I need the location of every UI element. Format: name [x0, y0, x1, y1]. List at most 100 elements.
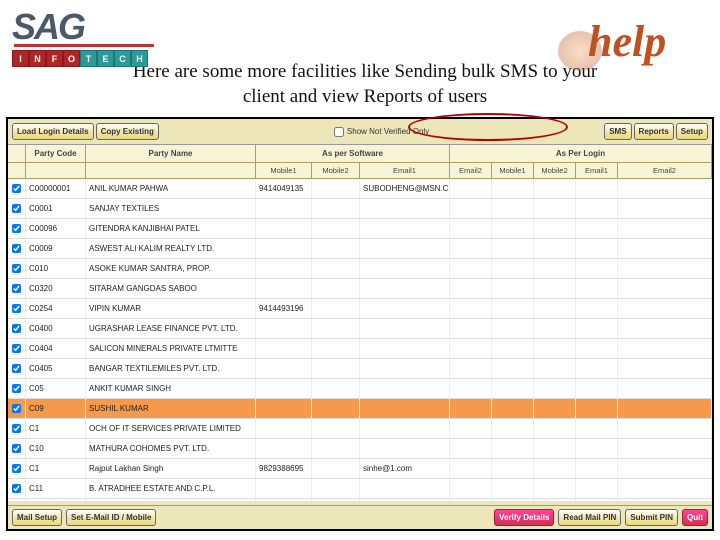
cell-login-email1: [576, 319, 618, 338]
row-checkbox[interactable]: [12, 284, 21, 293]
cell-mobile2: [312, 439, 360, 458]
row-checkbox[interactable]: [12, 404, 21, 413]
cell-login-mobile2: [534, 399, 576, 418]
table-row[interactable]: C00000001ANIL KUMAR PAHWA9414049135SUBOD…: [8, 179, 712, 199]
row-checkbox-cell[interactable]: [8, 319, 26, 338]
cell-email2: [450, 339, 492, 358]
cell-mobile1: [256, 319, 312, 338]
set-email-mobile-button[interactable]: Set E-Mail ID / Mobile: [66, 509, 156, 526]
cell-party-code: C0404: [26, 339, 86, 358]
cell-email1: [360, 379, 450, 398]
row-checkbox-cell[interactable]: [8, 299, 26, 318]
cell-mobile1: [256, 379, 312, 398]
cell-mobile1: 9414049135: [256, 179, 312, 198]
cell-email1: [360, 219, 450, 238]
table-row[interactable]: C10MATHURA COHOMES PVT. LTD.: [8, 439, 712, 459]
table-row[interactable]: C0405BANGAR TEXTILEMILES PVT. LTD.: [8, 359, 712, 379]
table-row[interactable]: C1OCH OF IT SERVICES PRIVATE LIMITED: [8, 419, 712, 439]
cell-email1: [360, 399, 450, 418]
row-checkbox-cell[interactable]: [8, 459, 26, 478]
row-checkbox[interactable]: [12, 244, 21, 253]
cell-login-email1: [576, 239, 618, 258]
table-row[interactable]: C05ANKIT KUMAR SINGH: [8, 379, 712, 399]
table-row[interactable]: C1Rajput Lakhan Singh9829388695sinhe@1.c…: [8, 459, 712, 479]
row-checkbox[interactable]: [12, 184, 21, 193]
row-checkbox-cell[interactable]: [8, 399, 26, 418]
verify-details-button[interactable]: Verify Details: [494, 509, 554, 526]
cell-email2: [450, 299, 492, 318]
cell-email1: [360, 359, 450, 378]
read-mail-pin-button[interactable]: Read Mail PIN: [558, 509, 621, 526]
cell-login-mobile2: [534, 479, 576, 498]
cell-email1: [360, 319, 450, 338]
submit-pin-button[interactable]: Submit PIN: [625, 509, 678, 526]
row-checkbox[interactable]: [12, 444, 21, 453]
row-checkbox-cell[interactable]: [8, 439, 26, 458]
table-row[interactable]: C010ASOKE KUMAR SANTRA, PROP.: [8, 259, 712, 279]
cell-login-mobile1: [492, 259, 534, 278]
cell-email2: [450, 199, 492, 218]
row-checkbox-cell[interactable]: [8, 499, 26, 501]
table-row[interactable]: C0404SALICON MINERALS PRIVATE LTMITTE: [8, 339, 712, 359]
row-checkbox[interactable]: [12, 304, 21, 313]
setup-button[interactable]: Setup: [676, 123, 708, 140]
row-checkbox-cell[interactable]: [8, 199, 26, 218]
cell-login-email2: [618, 319, 712, 338]
cell-email2: [450, 439, 492, 458]
row-checkbox[interactable]: [12, 204, 21, 213]
row-checkbox-cell[interactable]: [8, 259, 26, 278]
cell-login-mobile1: [492, 499, 534, 501]
logo-subtext: INFOTECH: [12, 50, 154, 67]
table-row[interactable]: C0400UGRASHAR LEASE FINANCE PVT. LTD.: [8, 319, 712, 339]
row-checkbox-cell[interactable]: [8, 239, 26, 258]
cell-login-email2: [618, 359, 712, 378]
row-checkbox-cell[interactable]: [8, 379, 26, 398]
cell-party-name: VIPIN KUMAR: [86, 299, 256, 318]
cell-party-code: C10: [26, 439, 86, 458]
table-row[interactable]: C00096GITENDRA KANJIBHAI PATEL: [8, 219, 712, 239]
row-checkbox[interactable]: [12, 324, 21, 333]
table-row[interactable]: C0001SANJAY TEXTILES: [8, 199, 712, 219]
quit-button[interactable]: Quit: [682, 509, 708, 526]
copy-existing-button[interactable]: Copy Existing: [96, 123, 159, 140]
row-checkbox[interactable]: [12, 464, 21, 473]
cell-login-email2: [618, 479, 712, 498]
row-checkbox-cell[interactable]: [8, 279, 26, 298]
row-checkbox-cell[interactable]: [8, 219, 26, 238]
cell-login-email2: [618, 179, 712, 198]
cell-login-email1: [576, 179, 618, 198]
cell-email2: [450, 379, 492, 398]
row-checkbox[interactable]: [12, 424, 21, 433]
table-row[interactable]: C0320SITARAM GANGDAS SABOO: [8, 279, 712, 299]
load-login-button[interactable]: Load Login Details: [12, 123, 94, 140]
show-verified-checkbox[interactable]: Show Not Verified Only: [334, 127, 429, 137]
row-checkbox-cell[interactable]: [8, 359, 26, 378]
row-checkbox[interactable]: [12, 384, 21, 393]
row-checkbox[interactable]: [12, 484, 21, 493]
row-checkbox-cell[interactable]: [8, 179, 26, 198]
cell-login-email1: [576, 259, 618, 278]
cell-party-code: C09: [26, 399, 86, 418]
col-email1: Email1: [360, 163, 450, 178]
table-row[interactable]: C09SUSHIL KUMAR: [8, 399, 712, 419]
data-grid[interactable]: C00000001ANIL KUMAR PAHWA9414049135SUBOD…: [8, 179, 712, 501]
row-checkbox[interactable]: [12, 364, 21, 373]
cell-party-name: FATEH BAR JOINT VENTURE: [86, 499, 256, 501]
cell-mobile1: [256, 479, 312, 498]
table-row[interactable]: C11B. ATRADHEE ESTATE AND C.P.L.: [8, 479, 712, 499]
row-checkbox-cell[interactable]: [8, 419, 26, 438]
show-verified-input[interactable]: [334, 127, 344, 137]
row-checkbox[interactable]: [12, 344, 21, 353]
toolbar-bottom: Mail Setup Set E-Mail ID / Mobile Verify…: [8, 505, 712, 529]
row-checkbox-cell[interactable]: [8, 339, 26, 358]
row-checkbox[interactable]: [12, 224, 21, 233]
row-checkbox[interactable]: [12, 264, 21, 273]
row-checkbox-cell[interactable]: [8, 479, 26, 498]
mail-setup-button[interactable]: Mail Setup: [12, 509, 62, 526]
sms-button[interactable]: SMS: [604, 123, 631, 140]
table-row[interactable]: C0009ASWEST ALI KALIM REALTY LTD.: [8, 239, 712, 259]
cell-login-email2: [618, 339, 712, 358]
reports-button[interactable]: Reports: [634, 123, 674, 140]
table-row[interactable]: C12FATEH BAR JOINT VENTURE: [8, 499, 712, 501]
table-row[interactable]: C0254VIPIN KUMAR9414493196: [8, 299, 712, 319]
